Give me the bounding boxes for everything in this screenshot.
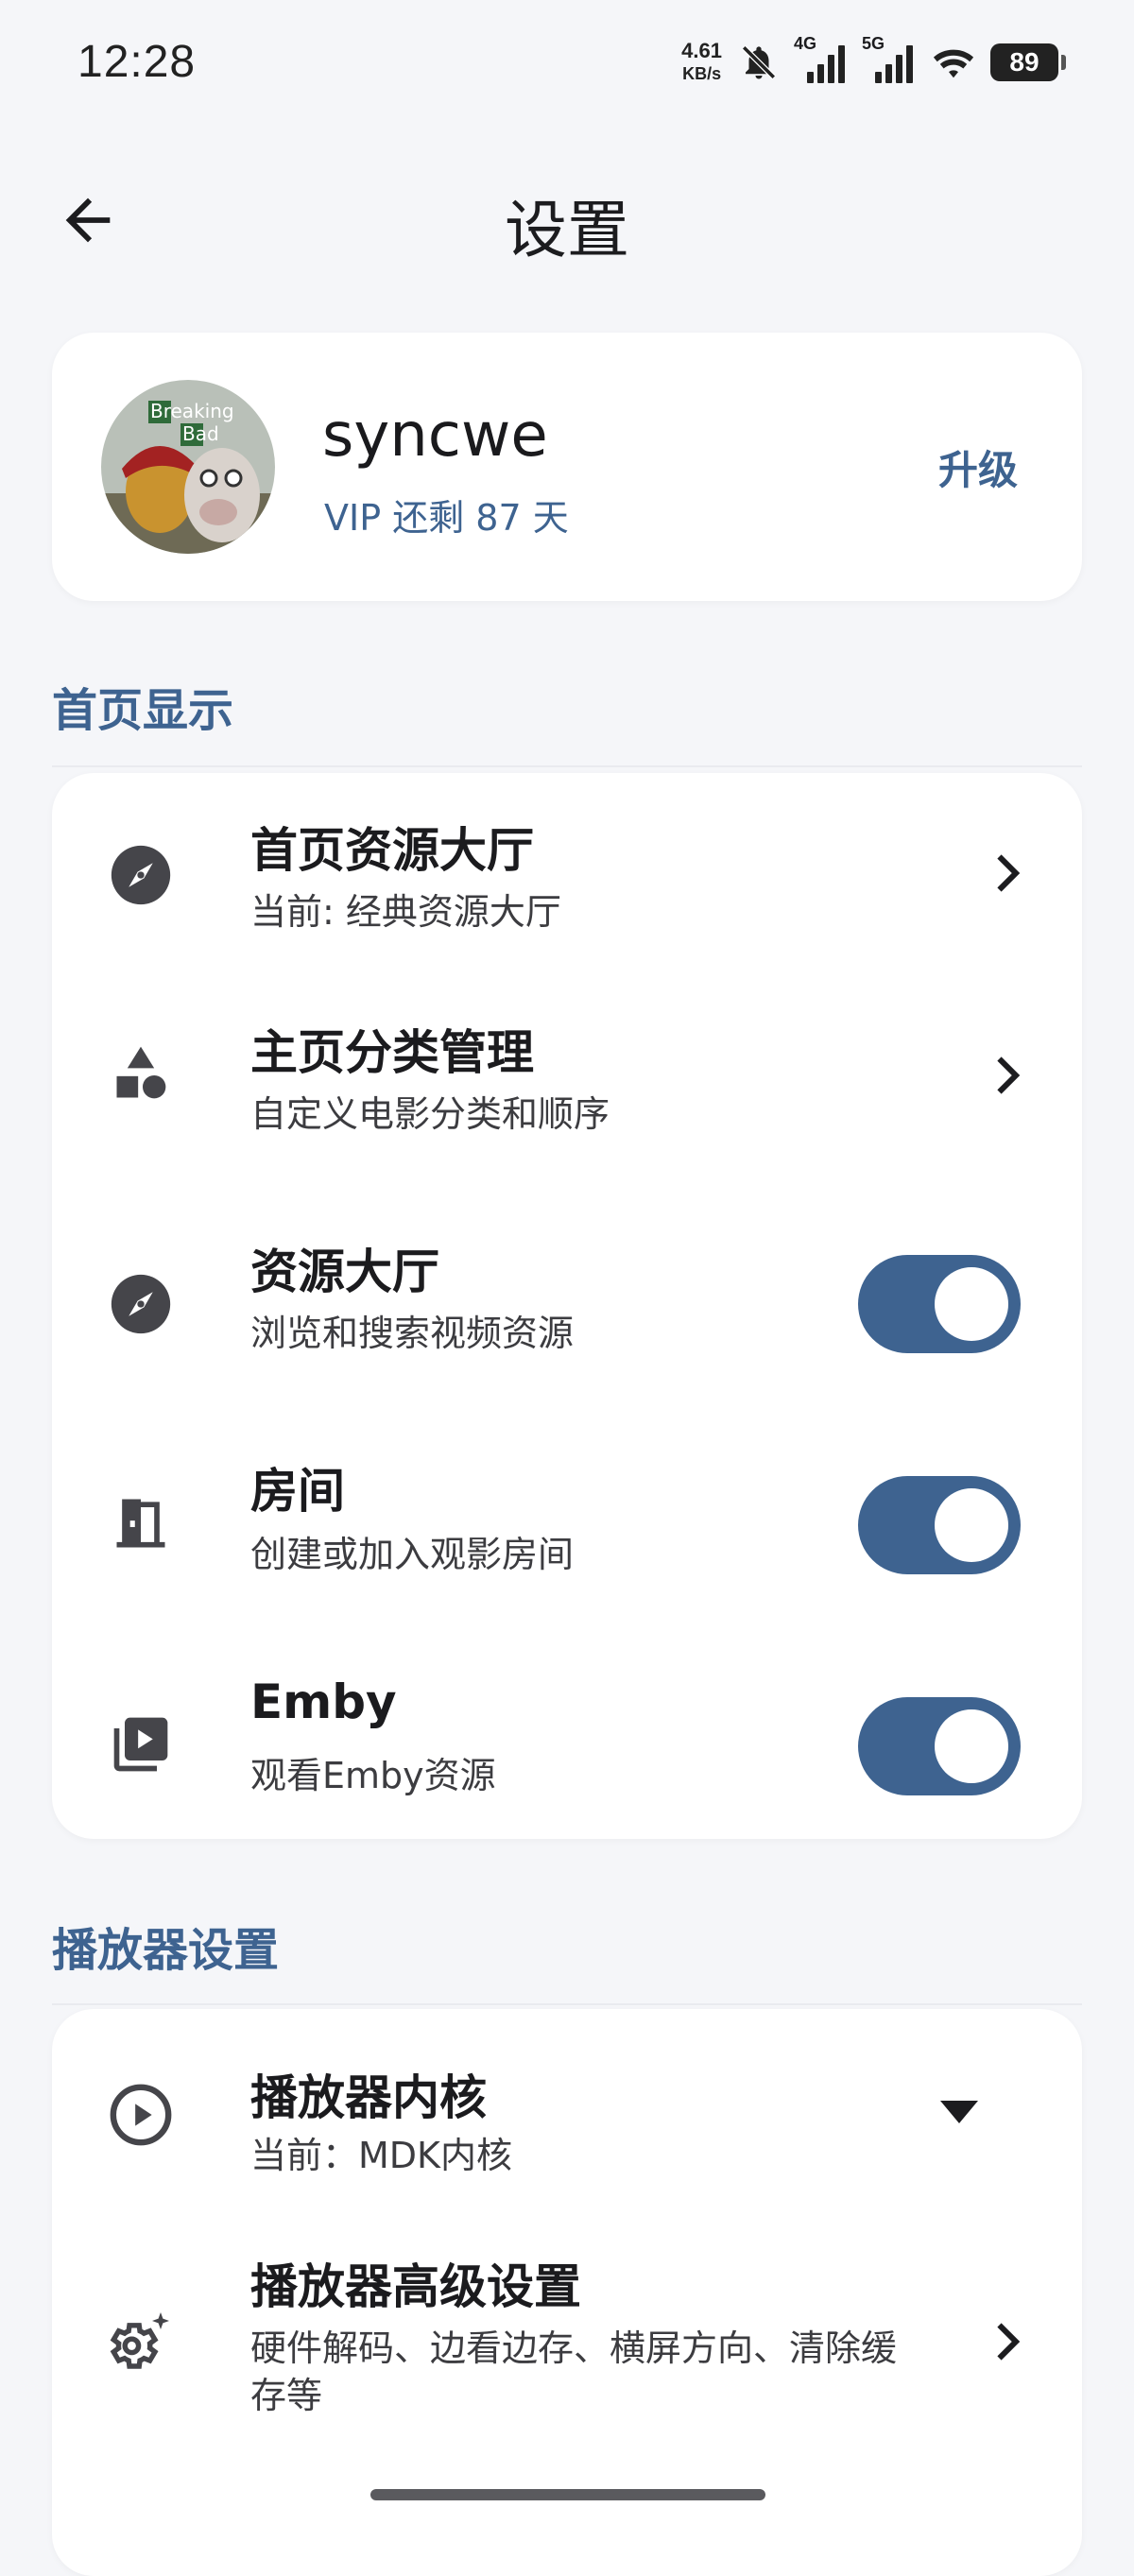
item-title: 播放器内核: [250, 2070, 487, 2125]
settings-item-player-advanced[interactable]: 播放器高级设置 硬件解码、边看边存、横屏方向、清除缓 存等: [52, 2213, 1082, 2497]
item-subtitle: 当前: 经典资源大厅: [250, 891, 561, 933]
toggle-knob: [935, 1488, 1008, 1562]
item-subtitle: 自定义电影分类和顺序: [250, 1093, 610, 1135]
net-speed: 4.61 KB/s: [681, 40, 722, 85]
section-divider: [52, 765, 1082, 767]
net-speed-value: 4.61: [681, 39, 722, 62]
bell-off-icon: [737, 41, 781, 84]
status-bar: 12:28 4.61 KB/s 4G 5G 89: [0, 0, 1134, 132]
settings-item-resource-hall[interactable]: 资源大厅 浏览和搜索视频资源: [52, 1181, 1082, 1402]
signal-5g-label: 5G: [862, 34, 885, 53]
wifi-icon: [932, 41, 975, 84]
section-title-home: 首页显示: [52, 684, 234, 737]
chevron-right-icon: [997, 854, 1021, 892]
avatar-text-bad: Bad: [182, 422, 219, 445]
signal-5g-icon: 5G: [862, 34, 917, 83]
item-title: 首页资源大厅: [250, 823, 534, 878]
signal-4g-label: 4G: [794, 34, 817, 53]
net-speed-unit: KB/s: [682, 64, 722, 83]
vip-status: VIP 还剩 87 天: [324, 497, 569, 539]
signal-4g-icon: 4G: [794, 34, 849, 83]
play-circle-icon: [105, 2079, 177, 2151]
avatar[interactable]: Breaking Bad: [101, 380, 275, 554]
toggle-knob: [935, 1267, 1008, 1341]
status-icons: 4.61 KB/s 4G 5G 89: [681, 34, 1066, 91]
item-subtitle: 当前：MDK内核: [250, 2135, 512, 2176]
battery-icon: 89: [990, 43, 1066, 81]
chevron-right-icon: [997, 1056, 1021, 1094]
gear-sparkle-icon: [105, 2308, 177, 2379]
page-title: 设置: [505, 194, 629, 266]
settings-item-room[interactable]: 房间 创建或加入观影房间: [52, 1402, 1082, 1623]
app-bar: 设置: [0, 151, 1134, 283]
item-title: 主页分类管理: [250, 1025, 534, 1080]
settings-item-emby[interactable]: Emby 观看Emby资源: [52, 1623, 1082, 1839]
battery-level: 89: [1009, 47, 1040, 77]
category-shapes-icon: [105, 1038, 177, 1109]
video-library-icon: [105, 1709, 177, 1780]
upgrade-button[interactable]: 升级: [938, 438, 1018, 496]
door-icon: [105, 1487, 177, 1559]
item-subtitle: 观看Emby资源: [250, 1755, 496, 1796]
section-title-player: 播放器设置: [52, 1924, 280, 1977]
profile-card[interactable]: Breaking Bad syncwe VIP 还剩 87 天 升级: [52, 333, 1082, 601]
emby-toggle[interactable]: [858, 1697, 1021, 1795]
settings-item-player-core[interactable]: 播放器内核 当前：MDK内核: [52, 2009, 1082, 2213]
item-title: 资源大厅: [250, 1245, 439, 1299]
dropdown-arrow-icon[interactable]: [940, 2098, 978, 2126]
status-time: 12:28: [77, 37, 197, 87]
item-title: Emby: [250, 1674, 397, 1729]
resource-hall-toggle[interactable]: [858, 1255, 1021, 1353]
settings-item-category-manage[interactable]: 主页分类管理 自定义电影分类和顺序: [52, 977, 1082, 1181]
username: syncwe: [322, 401, 548, 471]
item-subtitle: 浏览和搜索视频资源: [250, 1313, 575, 1354]
item-subtitle: 创建或加入观影房间: [250, 1534, 575, 1575]
toggle-knob: [935, 1709, 1008, 1783]
compass-icon: [105, 1268, 177, 1340]
item-title: 播放器高级设置: [250, 2259, 581, 2314]
compass-icon: [105, 839, 177, 911]
item-subtitle-line2: 存等: [250, 2375, 323, 2416]
settings-item-home-hall[interactable]: 首页资源大厅 当前: 经典资源大厅: [52, 773, 1082, 977]
avatar-text-breaking: Breaking: [150, 400, 234, 422]
home-indicator[interactable]: [370, 2489, 765, 2500]
room-toggle[interactable]: [858, 1476, 1021, 1574]
home-settings-card: 首页资源大厅 当前: 经典资源大厅 主页分类管理 自定义电影分类和顺序 资源大厅…: [52, 773, 1082, 1839]
section-divider: [52, 2003, 1082, 2005]
item-title: 房间: [250, 1464, 345, 1519]
item-subtitle-line1: 硬件解码、边看边存、横屏方向、清除缓: [250, 2327, 898, 2369]
chevron-right-icon: [997, 2323, 1021, 2361]
